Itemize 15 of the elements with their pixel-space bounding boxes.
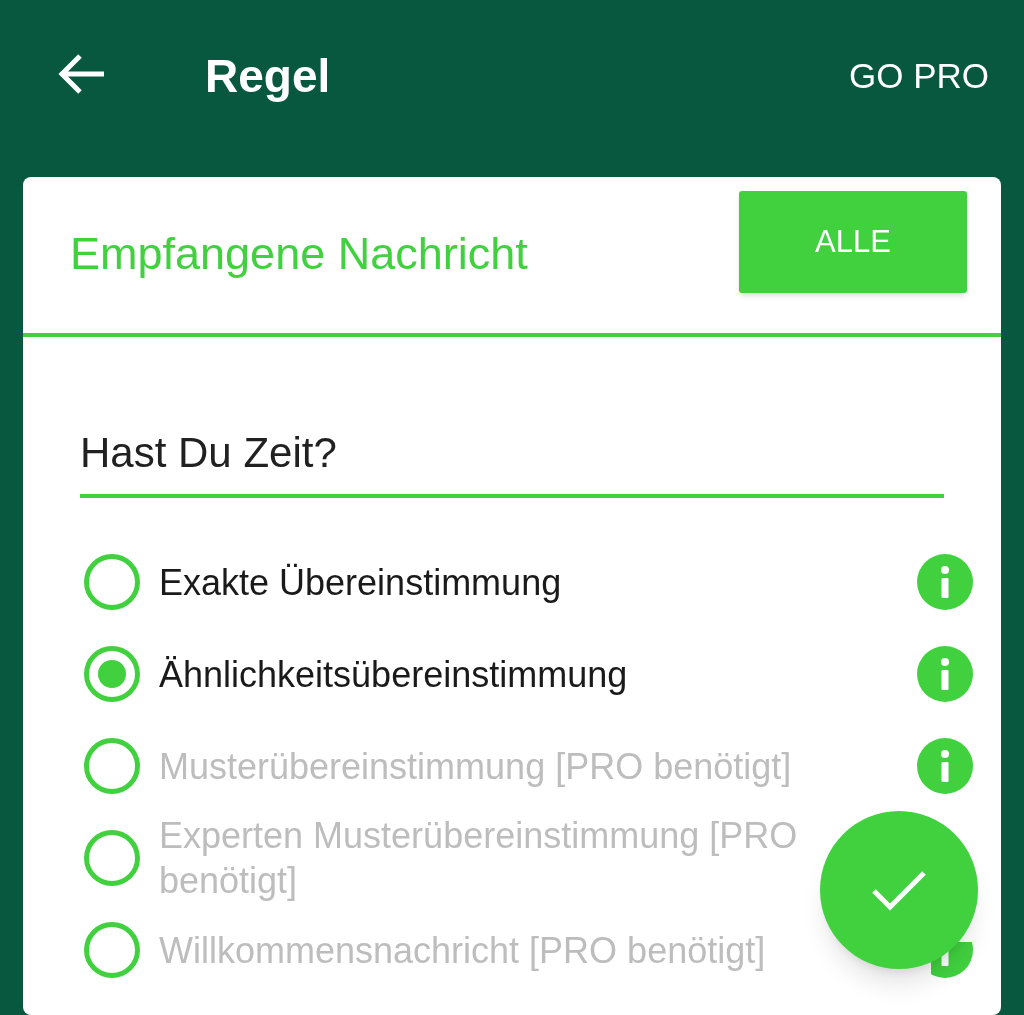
option-label: Musterübereinstimmung [PRO benötigt] (159, 744, 793, 789)
checkmark-icon (871, 869, 927, 911)
option-label: Experten Musterübereinstimmung [PRO benötigt] (159, 814, 799, 903)
back-arrow-icon (56, 52, 106, 96)
option-label: Ähnlichkeitsübereinstimmung (159, 652, 629, 697)
go-pro-button[interactable]: GO PRO (848, 48, 989, 104)
option-label: Willkommensnachricht [PRO benötigt] (159, 928, 767, 973)
radio-button[interactable] (84, 646, 140, 702)
info-icon[interactable] (917, 646, 973, 702)
radio-button[interactable] (84, 554, 140, 610)
screen-title: Regel (205, 49, 331, 104)
card-title: Empfangene Nachricht (70, 227, 528, 282)
message-input-field[interactable]: Hast Du Zeit? (80, 421, 944, 498)
info-icon[interactable] (917, 554, 973, 610)
option-label: Exakte Übereinstimmung (159, 560, 563, 605)
